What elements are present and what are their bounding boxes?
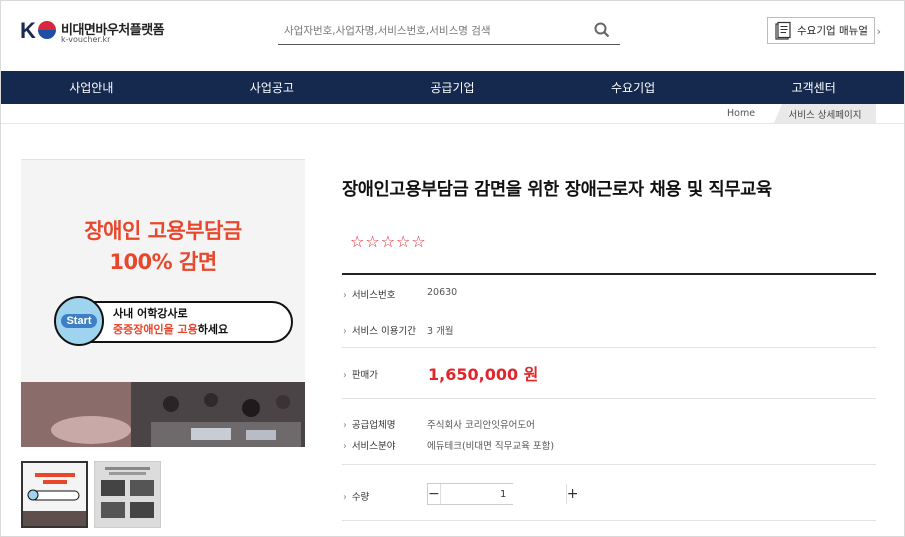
price-label: 판매가 xyxy=(343,367,378,381)
price-value: 1,650,000 원 xyxy=(428,365,539,384)
thumbnail-2[interactable] xyxy=(94,461,161,528)
logo-subtitle: k-voucher.kr xyxy=(61,35,111,44)
demand-manual-button[interactable]: 수요기업 매뉴얼 › xyxy=(767,17,881,44)
search-input[interactable] xyxy=(284,22,584,40)
service-number-value: 20630 xyxy=(427,287,458,298)
logo-circle-icon xyxy=(38,21,56,39)
product-main-image: 장애인 고용부담금 100% 감면 Start 사내 어학강사로 중증장애인을 … xyxy=(21,159,305,447)
quantity-increase-button[interactable]: + xyxy=(567,484,579,504)
rating-stars: ☆☆☆☆☆ xyxy=(350,232,427,251)
row-divider xyxy=(342,464,876,465)
service-field-label: 서비스분야 xyxy=(343,438,396,452)
quantity-decrease-button[interactable]: − xyxy=(428,484,440,504)
service-number-label: 서비스번호 xyxy=(343,287,396,301)
info-top-divider xyxy=(342,273,876,275)
nav-business-notice[interactable]: 사업공고 xyxy=(182,71,363,104)
service-field-value: 에듀테크(비대면 직무교육 포함) xyxy=(427,441,555,452)
row-divider xyxy=(342,520,876,521)
pill-line2-rest: 하세요 xyxy=(197,323,229,336)
image-headline-line1: 장애인 고용부담금 xyxy=(84,219,242,243)
service-period-label: 서비스 이용기간 xyxy=(343,323,416,337)
classroom-photo xyxy=(21,382,305,447)
nav-demand[interactable]: 수요기업 xyxy=(543,71,724,104)
search-icon[interactable] xyxy=(594,22,610,38)
quantity-input[interactable] xyxy=(439,484,567,504)
supplier-value: 주식회사 코리안잇유어도어 xyxy=(427,420,535,431)
thumbnail-1-preview xyxy=(23,463,86,526)
row-divider xyxy=(342,398,876,399)
manual-label: 수요기업 매뉴얼 xyxy=(797,25,868,37)
pill-line2: 중증장애인을 고용하세요 xyxy=(113,321,228,337)
breadcrumb-current: 서비스 상세페이지 xyxy=(774,104,876,123)
nav-business-info[interactable]: 사업안내 xyxy=(1,71,182,104)
start-label: Start xyxy=(61,314,97,328)
start-badge: Start xyxy=(54,296,104,346)
breadcrumb-home[interactable]: Home xyxy=(727,108,755,119)
pill-line2-highlight: 중증장애인을 고용 xyxy=(113,323,198,336)
quantity-label: 수량 xyxy=(343,489,369,503)
service-period-value: 3 개월 xyxy=(427,326,454,337)
site-logo[interactable]: K 비대면바우처플랫폼 k-voucher.kr xyxy=(20,18,170,46)
thumbnail-1[interactable] xyxy=(21,461,88,528)
nav-customer-center[interactable]: 고객센터 xyxy=(723,71,904,104)
image-headline: 장애인 고용부담금 100% 감면 xyxy=(21,216,305,278)
main-nav: 사업안내 사업공고 공급기업 수요기업 고객센터 xyxy=(1,71,904,104)
product-title: 장애인고용부담금 감면을 위한 장애근로자 채용 및 직무교육 xyxy=(342,180,772,200)
supplier-label: 공급업체명 xyxy=(343,417,396,431)
nav-supplier[interactable]: 공급기업 xyxy=(362,71,543,104)
image-headline-line2: 100% 감면 xyxy=(109,250,217,274)
chevron-right-icon: › xyxy=(876,25,881,38)
breadcrumb-divider xyxy=(1,123,904,124)
thumbnail-2-preview xyxy=(95,462,160,527)
quantity-stepper: − + xyxy=(427,483,578,505)
row-divider xyxy=(342,347,876,348)
document-icon xyxy=(775,21,791,40)
pill-line1: 사내 어학강사로 xyxy=(113,307,188,320)
search-bar xyxy=(278,16,620,45)
logo-mark: K xyxy=(20,18,36,43)
